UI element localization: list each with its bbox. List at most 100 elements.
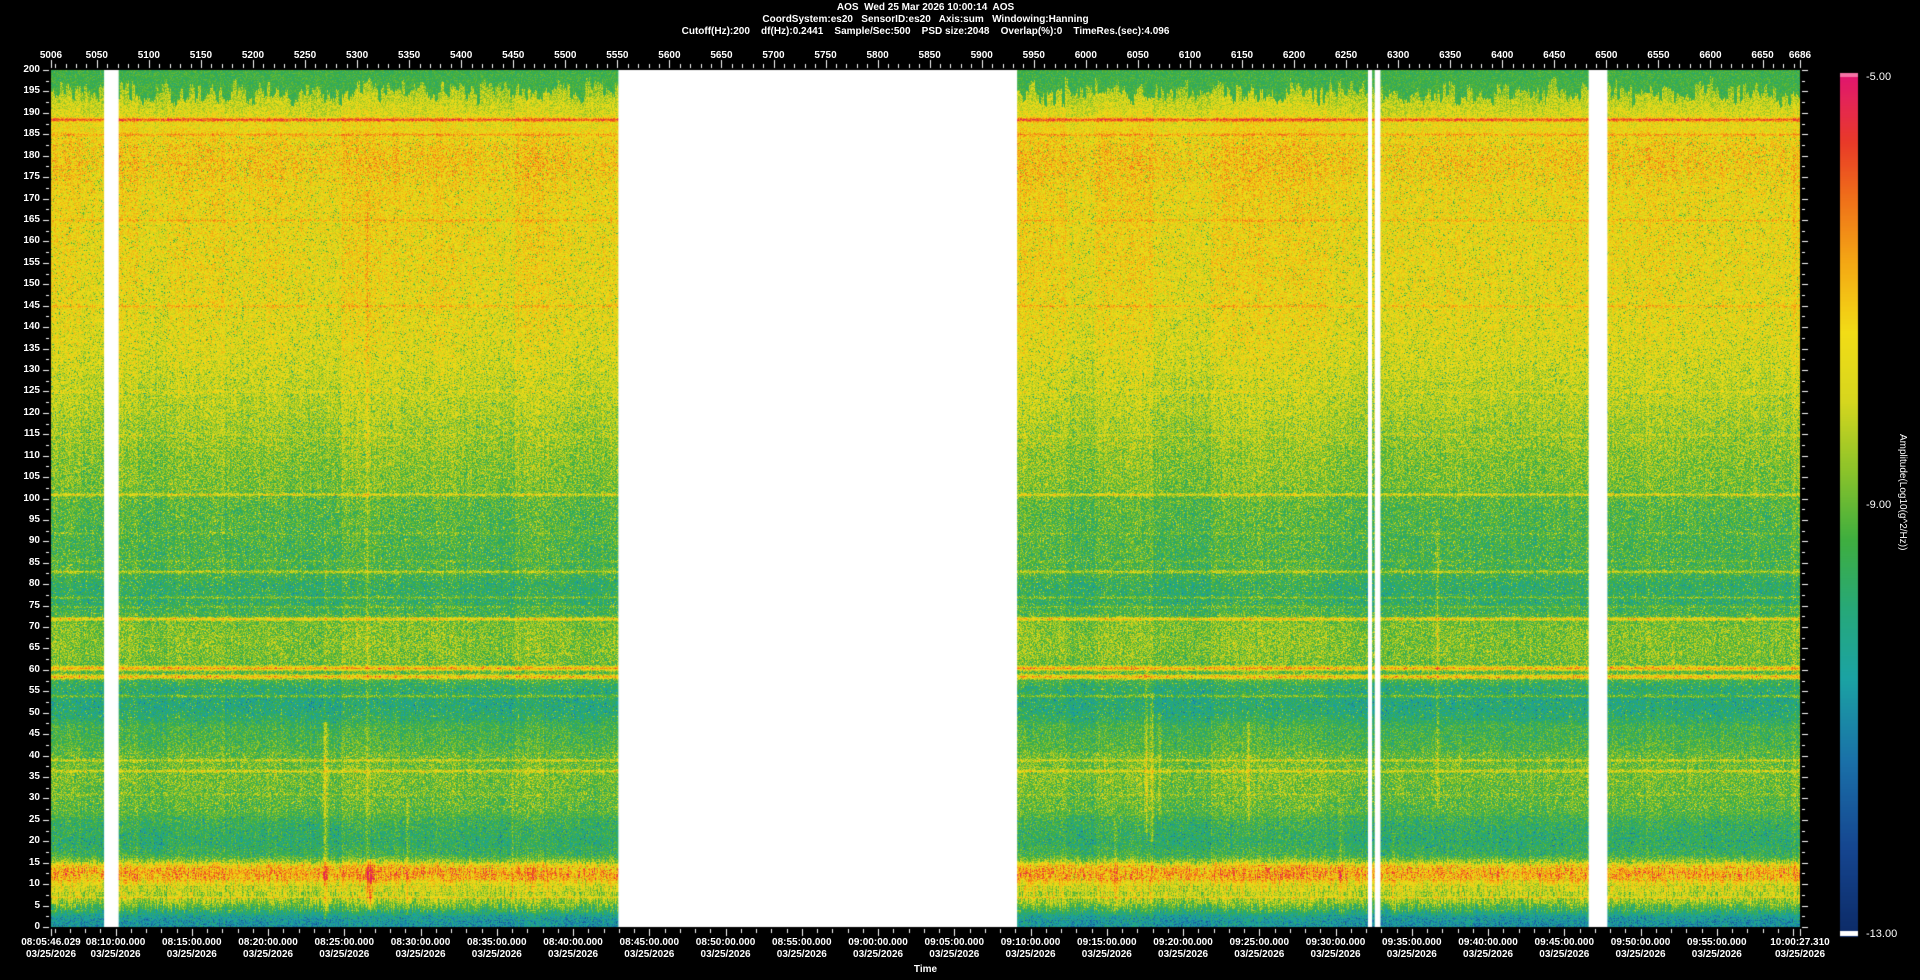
time-value: 08:05:46.029 <box>21 937 81 948</box>
top-axis-tick-label: 5200 <box>241 50 265 61</box>
date-value: 03/25/2026 <box>471 949 522 960</box>
time-tick-label: 09:55:00.000 03/25/2026 <box>1687 937 1747 961</box>
frequency-tick-label: 40 <box>28 749 40 761</box>
time-axis-title: Time <box>913 964 938 975</box>
frequency-tick-label: 35 <box>28 771 40 783</box>
top-axis-tick-label: 6350 <box>1439 50 1462 61</box>
time-value: 08:15:00.000 <box>162 937 222 948</box>
time-value: 08:50:00.000 <box>695 937 756 948</box>
frequency-tick-label: 160 <box>23 235 40 247</box>
time-value: 09:50:00.000 <box>1610 937 1671 948</box>
time-tick-label: 09:25:00.000 03/25/2026 <box>1230 937 1290 961</box>
date-value: 03/25/2026 <box>1386 949 1437 960</box>
frequency-tick-label: 10 <box>28 878 40 890</box>
top-axis-tick-label: 5650 <box>710 50 733 61</box>
date-value: 03/25/2026 <box>1081 949 1132 960</box>
time-tick-label: 09:00:00.000 03/25/2026 <box>848 937 908 961</box>
date-value: 03/25/2026 <box>1005 949 1056 960</box>
frequency-tick-label: 130 <box>23 363 40 375</box>
time-value: 08:40:00.000 <box>543 937 603 948</box>
time-tick-label: 09:45:00.000 03/25/2026 <box>1535 937 1595 961</box>
time-value: 09:35:00.000 <box>1382 937 1442 948</box>
frequency-tick-label: 65 <box>28 642 40 654</box>
frequency-tick-label: 95 <box>28 513 40 525</box>
frequency-tick-label: 185 <box>23 128 40 140</box>
time-tick-label: 08:15:00.000 03/25/2026 <box>162 937 222 961</box>
top-axis-tick-label: 6200 <box>1282 50 1306 61</box>
header-params-line-1: CoordSystem:es20 SensorID:es20 Axis:sum … <box>762 14 1089 25</box>
time-tick-label: 09:40:00.000 03/25/2026 <box>1458 937 1518 961</box>
colorbar-mid-label: -9.00 <box>1866 499 1892 511</box>
frequency-tick-label: 135 <box>23 342 40 354</box>
top-axis-tick-label: 6500 <box>1595 50 1618 61</box>
frequency-tick-label: 50 <box>28 706 40 718</box>
frequency-tick-label: 80 <box>28 578 40 590</box>
time-tick-label: 08:10:00.000 03/25/2026 <box>86 937 146 961</box>
frequency-tick-label: 25 <box>28 813 40 825</box>
top-axis-tick-label: 5150 <box>189 50 213 61</box>
frequency-tick-label: 100 <box>23 492 40 504</box>
frequency-tick-label: 115 <box>23 428 40 440</box>
frequency-tick-label: 85 <box>28 556 40 568</box>
frequency-tick-label: 180 <box>23 149 40 161</box>
amplitude-axis-title: Amplitude(Log10(g^2/Hz)) <box>1897 434 1908 551</box>
top-axis-tick-label: 5800 <box>866 50 889 61</box>
time-tick-label: 08:40:00.000 03/25/2026 <box>543 937 603 961</box>
top-axis-tick-label: 5250 <box>293 50 317 61</box>
top-axis-tick-label: 6650 <box>1751 50 1774 61</box>
top-axis-tick-label: 6550 <box>1647 50 1670 61</box>
frequency-tick-label: 75 <box>28 599 40 611</box>
frequency-tick-label: 195 <box>23 85 40 97</box>
time-tick-label: 08:35:00.000 03/25/2026 <box>467 937 527 961</box>
top-axis-tick-label: 5050 <box>85 50 108 61</box>
frequency-tick-label: 145 <box>23 299 40 311</box>
time-tick-label: 08:20:00.000 03/25/2026 <box>238 937 298 961</box>
top-axis-tick-label: 5100 <box>137 50 160 61</box>
time-tick-label: 08:25:00.000 03/25/2026 <box>315 937 375 961</box>
time-tick-label: 09:10:00.000 03/25/2026 <box>1001 937 1061 961</box>
top-axis-tick-label: 6150 <box>1230 50 1254 61</box>
date-value: 03/25/2026 <box>624 949 675 960</box>
spectrogram-plot[interactable] <box>0 0 1920 980</box>
top-axis-tick-label: 5750 <box>814 50 837 61</box>
top-axis-tick-label: 5006 <box>39 50 63 61</box>
time-tick-label: 08:50:00.000 03/25/2026 <box>696 937 756 961</box>
date-value: 03/25/2026 <box>395 949 446 960</box>
frequency-tick-label: 15 <box>28 856 40 868</box>
top-axis-tick-label: 5450 <box>502 50 525 61</box>
time-tick-label: 09:05:00.000 03/25/2026 <box>925 937 985 961</box>
date-value: 03/25/2026 <box>90 949 141 960</box>
top-axis-tick-label: 6250 <box>1334 50 1358 61</box>
date-value: 03/25/2026 <box>1463 949 1514 960</box>
frequency-tick-label: 140 <box>23 321 40 333</box>
time-value: 08:45:00.000 <box>619 937 680 948</box>
time-value: 08:35:00.000 <box>467 937 527 948</box>
time-value: 08:25:00.000 <box>314 937 375 948</box>
time-value: 10:00:27.310 <box>1770 937 1830 948</box>
frequency-tick-label: 70 <box>28 621 40 633</box>
time-tick-label: 08:45:00.000 03/25/2026 <box>620 937 680 961</box>
date-value: 03/25/2026 <box>25 949 77 960</box>
header-params-line-2: Cutoff(Hz):200 df(Hz):0.2441 Sample/Sec:… <box>681 26 1170 37</box>
top-axis-tick-label: 6100 <box>1178 50 1202 61</box>
date-value: 03/25/2026 <box>1539 949 1590 960</box>
frequency-tick-label: 190 <box>23 106 40 118</box>
page-title: AOS Wed 25 Mar 2026 10:00:14 AOS <box>836 2 1015 13</box>
date-value: 03/25/2026 <box>243 949 294 960</box>
time-value: 09:40:00.000 <box>1458 937 1518 948</box>
colorbar-max-label: -5.00 <box>1866 71 1892 83</box>
date-value: 03/25/2026 <box>548 949 599 960</box>
time-tick-label: 09:50:00.000 03/25/2026 <box>1611 937 1671 961</box>
time-value: 09:15:00.000 <box>1077 937 1137 948</box>
time-tick-label: 10:00:27.310 03/25/2026 <box>1770 937 1830 961</box>
date-value: 03/25/2026 <box>1234 949 1285 960</box>
top-axis-tick-label: 5550 <box>606 50 629 61</box>
frequency-tick-label: 0 <box>34 921 40 932</box>
frequency-tick-label: 150 <box>23 278 40 290</box>
frequency-tick-label: 105 <box>23 471 40 483</box>
date-value: 03/25/2026 <box>319 949 370 960</box>
time-tick-label: 08:55:00.000 03/25/2026 <box>772 937 832 961</box>
time-value: 09:45:00.000 <box>1534 937 1595 948</box>
top-axis-tick-label: 5600 <box>658 50 681 61</box>
top-axis-tick-label: 6400 <box>1491 50 1514 61</box>
